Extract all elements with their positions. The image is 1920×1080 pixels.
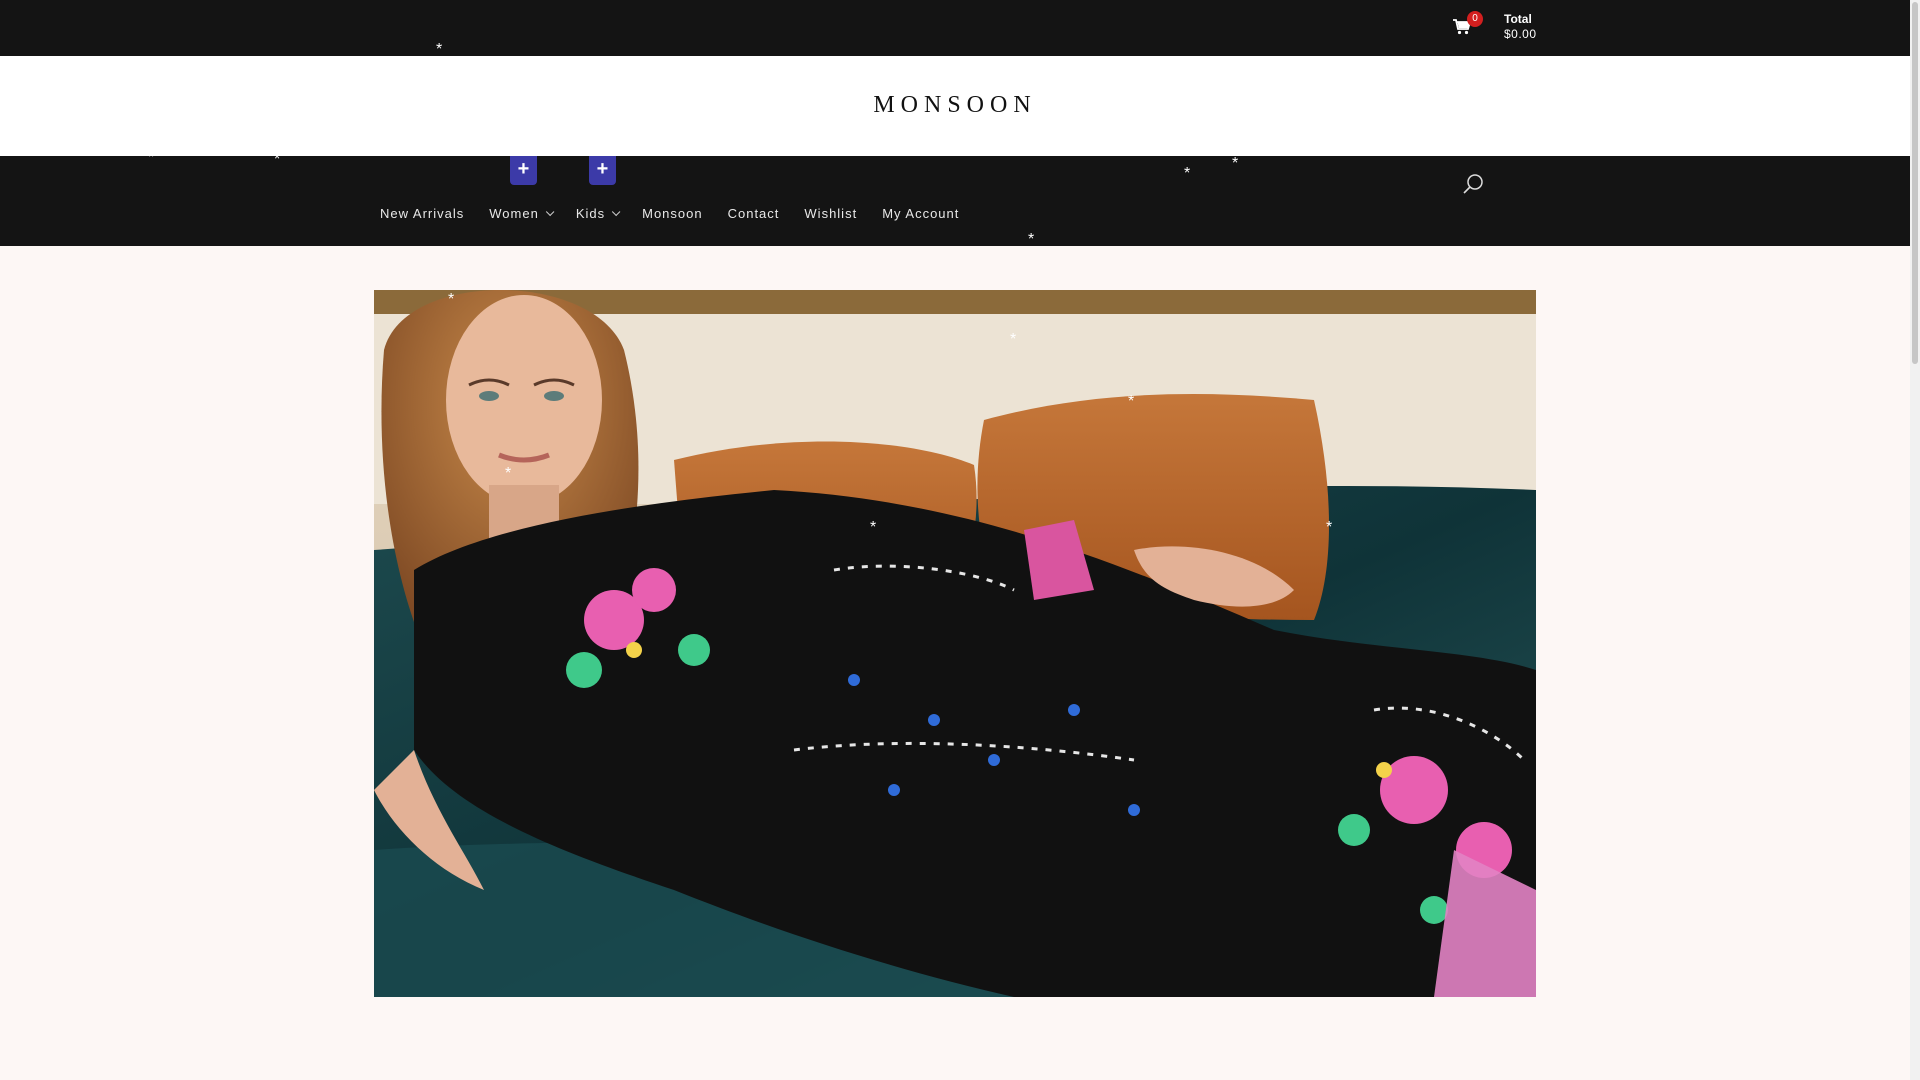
nav-item-new-arrivals[interactable]: New Arrivals [380,206,464,221]
women-expand-button[interactable]: + [510,156,537,185]
page: 0 Total $0.00 MONSOON + + New Arrivals W… [0,0,1920,1080]
nav-item-label: New Arrivals [380,206,465,221]
nav-item-monsoon[interactable]: Monsoon [642,206,702,221]
logo-band: MONSOON [0,56,1910,156]
nav-item-label: My Account [882,206,960,221]
hero-illustration [374,290,1536,997]
nav-item-my-account[interactable]: My Account [882,206,959,221]
nav-item-contact[interactable]: Contact [728,206,780,221]
search-icon[interactable] [1462,172,1486,196]
chevron-down-icon [545,207,555,216]
cart-button[interactable]: 0 [1451,11,1483,44]
nav-item-label: Monsoon [642,206,703,221]
nav-item-kids[interactable]: Kids [575,206,621,221]
hero-banner-image[interactable] [374,290,1536,997]
site-logo[interactable]: MONSOON [0,92,1910,119]
nav-item-label: Women [489,206,539,221]
nav-item-label: Contact [727,206,780,221]
scrollbar-thumb[interactable] [1912,2,1918,364]
top-bar: 0 Total $0.00 [0,0,1910,56]
cart-total-value: $0.00 [1504,27,1537,41]
nav-item-women[interactable]: Women [489,206,555,221]
main-nav-bar: + + New Arrivals Women Kids Monsoon Cont… [0,156,1910,246]
cart-count-badge: 0 [1467,11,1483,27]
nav-item-label: Wishlist [804,206,858,221]
nav-item-wishlist[interactable]: Wishlist [804,206,857,221]
page-scrollbar[interactable] [1910,0,1920,1080]
nav-item-label: Kids [575,206,606,221]
cart-total-label: Total [1504,12,1532,26]
kids-expand-button[interactable]: + [589,156,616,185]
main-nav: New Arrivals Women Kids Monsoon Contact … [380,206,984,221]
cart-total[interactable]: Total $0.00 [1504,12,1537,42]
chevron-down-icon [611,207,621,216]
